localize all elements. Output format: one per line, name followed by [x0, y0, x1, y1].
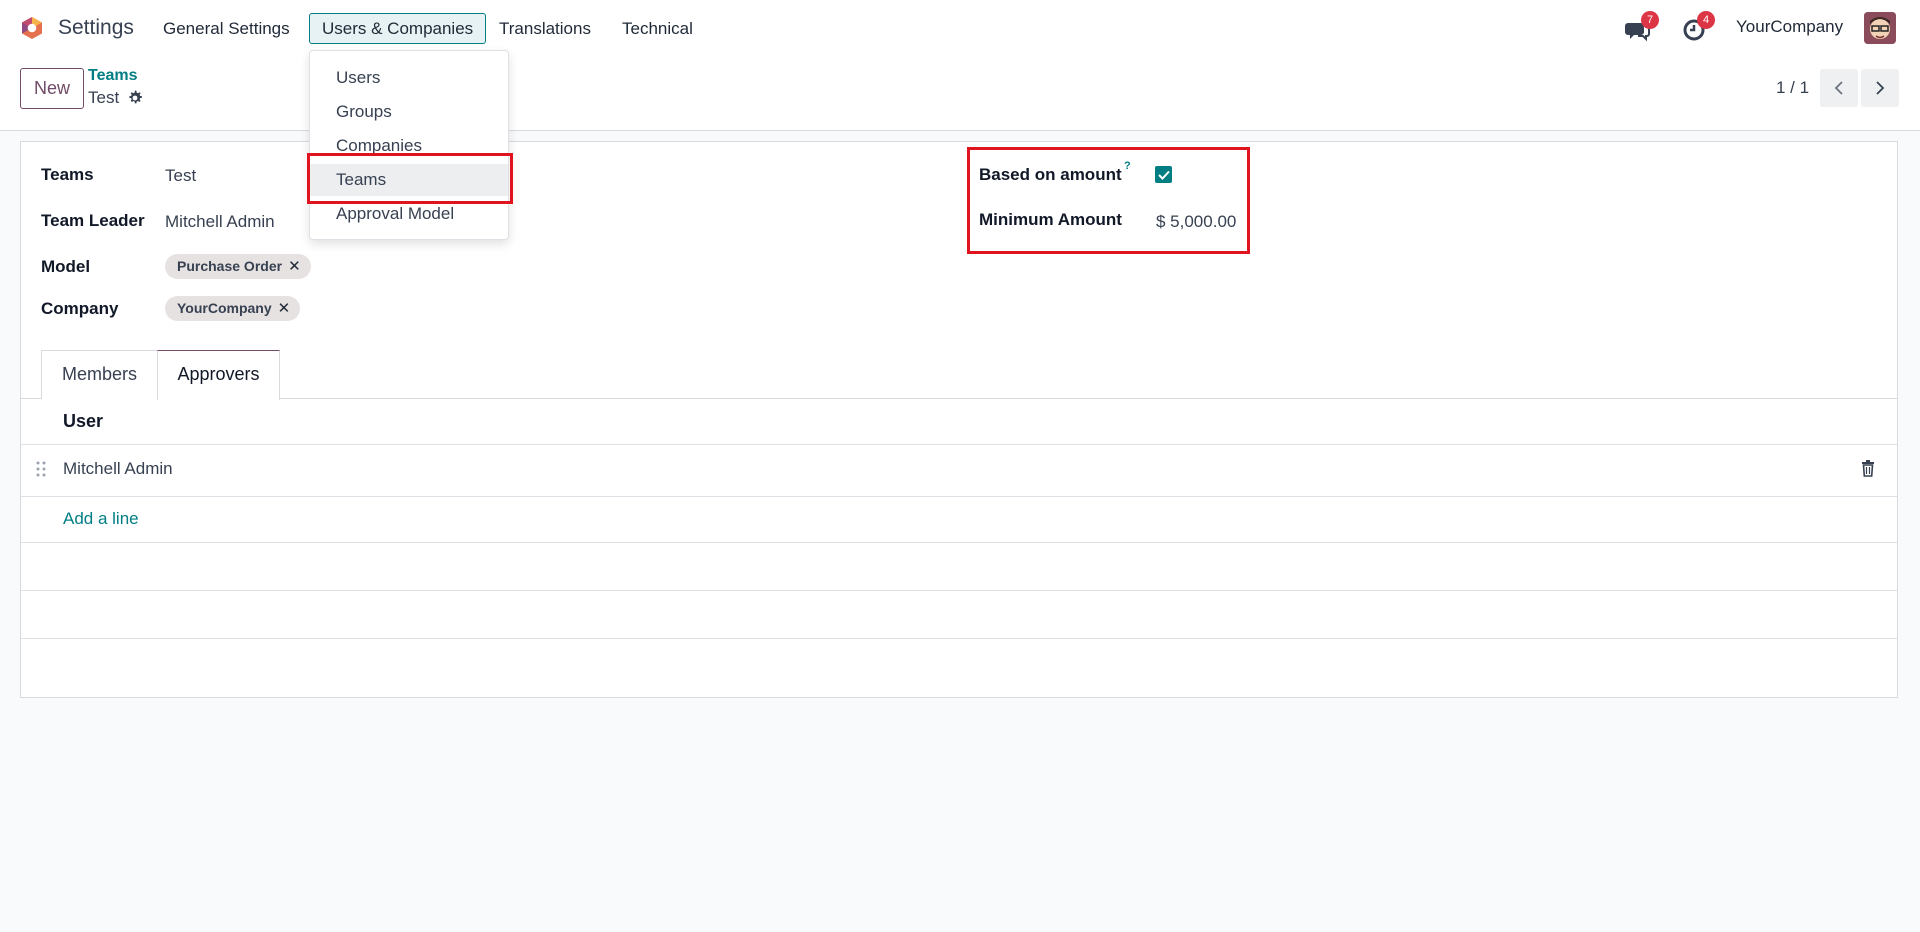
tab-divider [20, 398, 1898, 399]
add-line-link[interactable]: Add a line [63, 509, 139, 529]
activities-badge: 4 [1697, 11, 1715, 29]
remove-tag-icon[interactable]: ✕ [288, 258, 301, 275]
breadcrumb-current: Test [88, 88, 120, 107]
remove-tag-icon[interactable]: ✕ [278, 300, 291, 317]
pager-previous-button[interactable] [1820, 69, 1858, 107]
chevron-left-icon [1834, 81, 1843, 95]
team-leader-field[interactable]: Mitchell Admin [165, 212, 275, 232]
team-leader-label: Team Leader [41, 211, 145, 230]
pager-next-button[interactable] [1861, 69, 1899, 107]
chevron-right-icon [1876, 81, 1885, 95]
row-divider [21, 542, 1897, 543]
messages-badge: 7 [1641, 11, 1659, 29]
company-tag[interactable]: YourCompany ✕ [165, 296, 301, 321]
company-tag-label: YourCompany [177, 300, 272, 316]
checkmark-icon [1157, 170, 1170, 180]
top-navbar: Settings General Settings Users & Compan… [0, 0, 1920, 56]
dropdown-item-approval-model[interactable]: Approval Model [310, 198, 508, 230]
row-divider [21, 496, 1897, 497]
help-tooltip-icon[interactable]: ? [1124, 160, 1131, 172]
company-label: Company [41, 299, 119, 318]
teams-field[interactable]: Test [165, 166, 196, 186]
tab-approvers[interactable]: Approvers [157, 350, 280, 400]
form-sheet [20, 141, 1898, 698]
messages-button[interactable]: 7 [1623, 11, 1659, 44]
model-tag[interactable]: Purchase Order ✕ [165, 254, 311, 279]
model-label: Model [41, 257, 91, 276]
users-companies-dropdown: Users Groups Companies Teams Approval Mo… [309, 50, 509, 240]
row-divider [21, 638, 1897, 639]
column-header-user[interactable]: User [63, 411, 103, 432]
avatar-image [1864, 12, 1896, 44]
dropdown-item-companies[interactable]: Companies [310, 130, 508, 162]
menu-translations[interactable]: Translations [487, 13, 603, 44]
pager-value[interactable]: 1 / 1 [1776, 78, 1809, 98]
control-panel [0, 56, 1920, 131]
breadcrumb-teams[interactable]: Teams [88, 67, 138, 85]
app-name[interactable]: Settings [58, 16, 134, 40]
menu-technical[interactable]: Technical [610, 13, 705, 44]
dropdown-item-groups[interactable]: Groups [310, 96, 508, 128]
model-tag-label: Purchase Order [177, 258, 283, 274]
dropdown-item-users[interactable]: Users [310, 62, 508, 94]
dropdown-item-teams[interactable]: Teams [310, 164, 508, 196]
menu-general-settings[interactable]: General Settings [151, 13, 302, 44]
row-divider [21, 444, 1897, 445]
minimum-amount-label: Minimum Amount [979, 210, 1122, 229]
gear-icon[interactable] [127, 90, 143, 106]
teams-label: Teams [41, 165, 94, 184]
drag-handle-icon[interactable] [36, 460, 46, 478]
company-switcher[interactable]: YourCompany [1736, 17, 1843, 37]
trash-icon[interactable] [1861, 460, 1875, 477]
row-divider [21, 590, 1897, 591]
user-avatar[interactable] [1864, 12, 1896, 44]
menu-users-companies[interactable]: Users & Companies [309, 13, 487, 44]
tab-members[interactable]: Members [41, 350, 158, 399]
based-on-amount-checkbox[interactable] [1155, 166, 1172, 183]
odoo-logo-icon[interactable] [20, 16, 44, 40]
new-button[interactable]: New [20, 68, 84, 109]
minimum-amount-field[interactable]: $ 5,000.00 [1156, 212, 1236, 232]
based-on-amount-label: Based on amount [979, 165, 1122, 184]
approver-row-user[interactable]: Mitchell Admin [63, 459, 173, 479]
activities-button[interactable]: 4 [1679, 11, 1715, 44]
